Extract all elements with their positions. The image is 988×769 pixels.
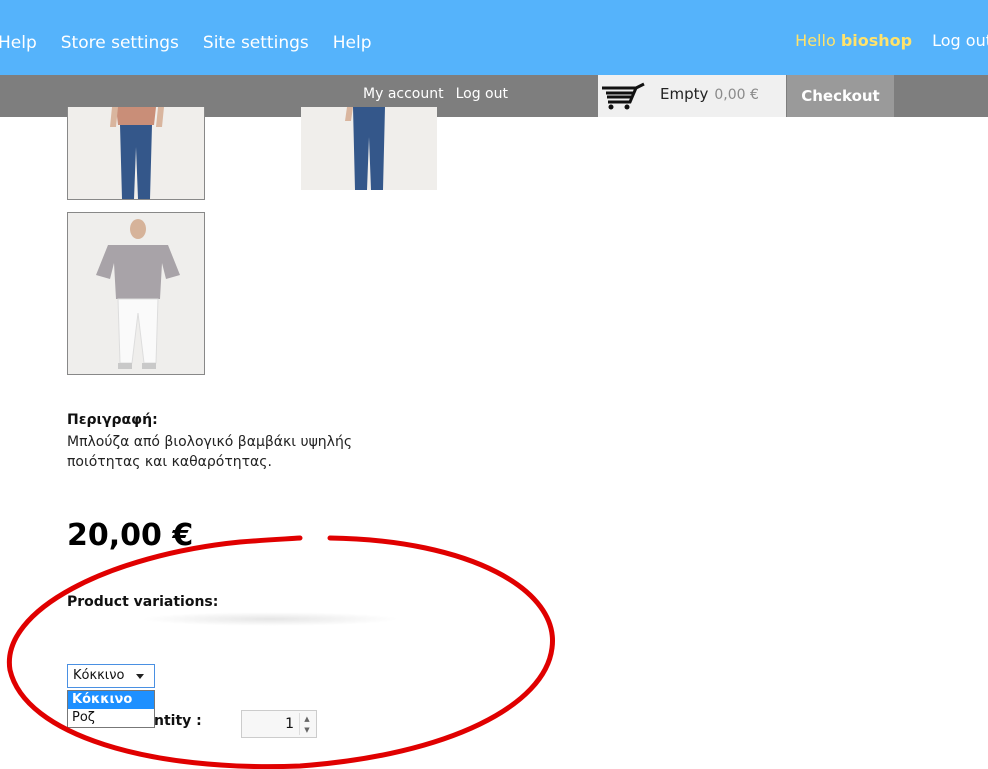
product-image-3[interactable]: [67, 212, 205, 375]
greeting-prefix: Hello: [795, 31, 836, 50]
checkout-button[interactable]: Checkout: [787, 75, 894, 117]
variation-select[interactable]: Κόκκινο: [67, 664, 155, 688]
variation-option[interactable]: Κόκκινο: [68, 691, 154, 709]
quantity-label: ntity :: [154, 713, 202, 729]
variation-option[interactable]: Ροζ: [68, 709, 154, 727]
nav-help-link[interactable]: Help: [0, 33, 37, 53]
variation-dropdown-list: Κόκκινο Ροζ: [67, 690, 155, 728]
account-links: My account Log out: [363, 86, 520, 102]
spin-up-icon[interactable]: ▲: [300, 713, 314, 724]
cart-amount: 0,00 €: [714, 87, 759, 103]
description-heading: Περιγραφή:: [67, 412, 158, 428]
variations-heading: Product variations:: [67, 594, 219, 610]
spin-down-icon[interactable]: ▼: [300, 724, 314, 735]
quantity-stepper[interactable]: 1 ▲ ▼: [241, 710, 317, 738]
variation-selected-value: Κόκκινο: [73, 668, 125, 683]
product-image-1[interactable]: [67, 107, 205, 200]
store-logout-link[interactable]: Log out: [456, 86, 508, 102]
username[interactable]: bioshop: [841, 31, 912, 50]
cart-icon: [602, 82, 645, 110]
admin-logout-link[interactable]: Log out: [932, 31, 988, 50]
description-text: Μπλούζα από βιολογικό βαμβάκι υψηλής ποι…: [67, 434, 353, 470]
nav-help-link-2[interactable]: Help: [333, 33, 372, 53]
admin-topbar: Help Store settings Site settings Help H…: [0, 0, 988, 75]
my-account-link[interactable]: My account: [363, 86, 444, 102]
quantity-spin-buttons: ▲ ▼: [299, 713, 314, 735]
decorative-divider: [140, 612, 400, 626]
user-area: Hello bioshop Log out: [795, 31, 988, 50]
greeting: Hello bioshop: [795, 31, 912, 50]
jeans-photo-2: [301, 107, 437, 190]
jeans-photo-1: [68, 107, 204, 199]
nav-site-settings-link[interactable]: Site settings: [203, 33, 309, 53]
cart-empty-label: Empty: [660, 85, 709, 103]
quantity-value: 1: [285, 716, 294, 732]
product-price: 20,00 €: [67, 518, 194, 553]
cart-summary[interactable]: Empty 0,00 €: [598, 75, 786, 117]
nav-store-settings-link[interactable]: Store settings: [61, 33, 179, 53]
cart-status: Empty 0,00 €: [660, 85, 759, 103]
chevron-down-icon: [136, 674, 144, 679]
model-photo: [68, 213, 204, 374]
admin-nav: Help Store settings Site settings Help: [0, 33, 396, 53]
product-image-2[interactable]: [301, 107, 437, 190]
